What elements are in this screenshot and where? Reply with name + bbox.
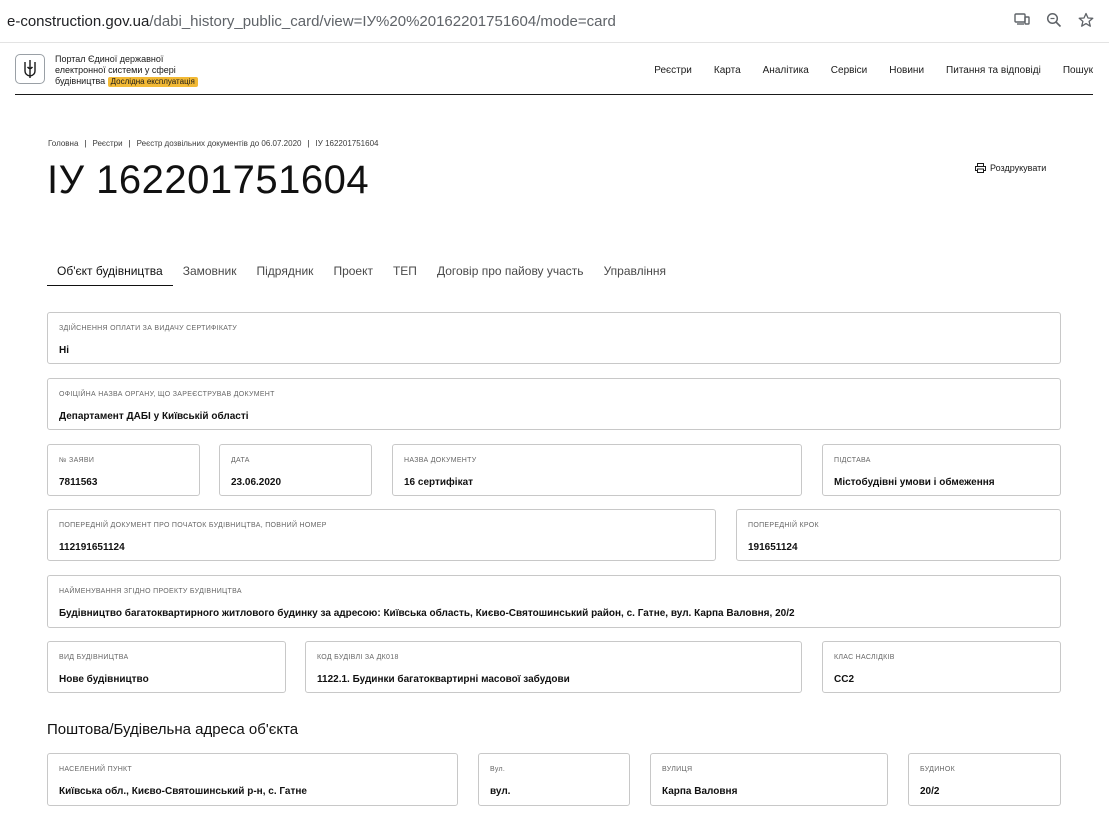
field-application-number: № заяви 7811563 bbox=[47, 444, 200, 496]
tab-construction-object[interactable]: Об'єкт будівництва bbox=[47, 262, 173, 286]
field-label: Населений пункт bbox=[59, 766, 133, 773]
field-value: 16 сертифікат bbox=[404, 477, 474, 488]
url-host: e-construction.gov.ua bbox=[7, 13, 150, 30]
browser-address-bar[interactable]: e-construction.gov.ua/dabi_history_publi… bbox=[0, 0, 1109, 43]
nav-registries[interactable]: Реєстри bbox=[654, 65, 692, 76]
field-consequence-class: Клас наслідків СС2 bbox=[822, 641, 1061, 693]
field-project-name: Найменування згідно проекту будівництва … bbox=[47, 575, 1061, 628]
field-label: Код будівлі за ДК018 bbox=[317, 654, 399, 661]
field-authority: Офіційна назва органу, що зареєстрував д… bbox=[47, 378, 1061, 430]
tab-tep[interactable]: ТЕП bbox=[383, 262, 427, 285]
tab-customer[interactable]: Замовник bbox=[173, 262, 247, 285]
field-label: Дата bbox=[231, 457, 250, 464]
field-label: Здійснення оплати за видачу сертифікату bbox=[59, 325, 238, 332]
field-label: Вулиця bbox=[662, 766, 693, 773]
field-value: Містобудівні умови і обмеження bbox=[834, 477, 995, 488]
page-title: ІУ 162201751604 bbox=[47, 158, 370, 202]
field-value: СС2 bbox=[834, 674, 855, 685]
nav-faq[interactable]: Питання та відповіді bbox=[946, 65, 1041, 76]
field-label: Попередній документ про початок будівниц… bbox=[59, 522, 327, 529]
breadcrumb-current: ІУ 162201751604 bbox=[315, 139, 379, 148]
field-value: Нове будівництво bbox=[59, 674, 149, 685]
url-text[interactable]: e-construction.gov.ua/dabi_history_publi… bbox=[7, 13, 616, 30]
field-value: 20/2 bbox=[920, 786, 940, 797]
field-label: Назва документу bbox=[404, 457, 477, 464]
field-value: 112191651124 bbox=[59, 542, 125, 553]
field-value: Будівництво багатоквартирного житлового … bbox=[59, 608, 795, 619]
portal-name-line2: електронної системи у сфері bbox=[55, 65, 176, 75]
field-label: № заяви bbox=[59, 457, 95, 464]
field-value: 23.06.2020 bbox=[231, 477, 282, 488]
nav-search[interactable]: Пошук bbox=[1063, 65, 1093, 76]
portal-name-line3: будівництва bbox=[55, 76, 106, 86]
breadcrumb: Головна | Реєстри | Реєстр дозвільних докуме… bbox=[48, 139, 379, 148]
breadcrumb-home[interactable]: Головна bbox=[48, 139, 78, 148]
field-value: 191651124 bbox=[748, 542, 798, 553]
url-path: /dabi_history_public_card/view=ІУ%20%201… bbox=[149, 13, 616, 30]
tab-project[interactable]: Проект bbox=[323, 262, 383, 285]
field-basis: Підстава Містобудівні умови і обмеження bbox=[822, 444, 1061, 496]
field-label: Найменування згідно проекту будівництва bbox=[59, 588, 242, 595]
portal-name[interactable]: Портал Єдиної державної електронної сист… bbox=[55, 54, 198, 87]
nav-map[interactable]: Карта bbox=[714, 65, 741, 76]
print-button[interactable]: Роздрукувати bbox=[975, 163, 1046, 173]
field-payment: Здійснення оплати за видачу сертифікату … bbox=[47, 312, 1061, 364]
zoom-icon[interactable] bbox=[1045, 12, 1063, 30]
field-date: Дата 23.06.2020 bbox=[219, 444, 372, 496]
tab-bar: Об'єкт будівництва Замовник Підрядник Пр… bbox=[47, 262, 676, 286]
field-value: Карпа Валовня bbox=[662, 786, 738, 797]
breadcrumb-permit-registry[interactable]: Реєстр дозвільних документів до 06.07.20… bbox=[137, 139, 302, 148]
field-value: Ні bbox=[59, 345, 69, 356]
nav-news[interactable]: Новини bbox=[889, 65, 924, 76]
beta-badge: Дослідна експлуатація bbox=[107, 77, 198, 87]
trident-logo-icon[interactable] bbox=[15, 54, 45, 84]
address-section-title: Поштова/Будівельна адреса об'єкта bbox=[47, 721, 299, 738]
field-building-code: Код будівлі за ДК018 1122.1. Будинки баг… bbox=[305, 641, 802, 693]
main-nav: Реєстри Карта Аналітика Сервіси Новини П… bbox=[632, 65, 1093, 76]
field-locality: Населений пункт Київська обл., Києво-Свя… bbox=[47, 753, 458, 806]
field-street: Вулиця Карпа Валовня bbox=[650, 753, 888, 806]
tab-management[interactable]: Управління bbox=[594, 262, 676, 285]
field-construction-type: Вид будівництва Нове будівництво bbox=[47, 641, 286, 693]
portal-name-line1: Портал Єдиної державної bbox=[55, 54, 164, 64]
tab-contractor[interactable]: Підрядник bbox=[247, 262, 324, 285]
field-value: Київська обл., Києво-Святошинський р-н, … bbox=[59, 786, 307, 797]
field-previous-document: Попередній документ про початок будівниц… bbox=[47, 509, 716, 561]
tab-share-agreement[interactable]: Договір про пайову участь bbox=[427, 262, 594, 285]
field-label: Будинок bbox=[920, 766, 956, 773]
field-label: Попередній крок bbox=[748, 522, 819, 529]
bookmark-star-icon[interactable] bbox=[1077, 12, 1095, 30]
breadcrumb-registries[interactable]: Реєстри bbox=[92, 139, 122, 148]
field-value: Департамент ДАБІ у Київській області bbox=[59, 411, 249, 422]
print-label: Роздрукувати bbox=[990, 163, 1047, 173]
device-icon[interactable] bbox=[1013, 12, 1031, 30]
field-house: Будинок 20/2 bbox=[908, 753, 1061, 806]
field-value: вул. bbox=[490, 786, 511, 797]
field-street-type: Вул. вул. bbox=[478, 753, 630, 806]
field-label: Вул. bbox=[490, 766, 506, 773]
field-previous-step: Попередній крок 191651124 bbox=[736, 509, 1061, 561]
field-value: 7811563 bbox=[59, 477, 98, 488]
printer-icon bbox=[975, 163, 986, 173]
nav-analytics[interactable]: Аналітика bbox=[763, 65, 809, 76]
field-label: Вид будівництва bbox=[59, 654, 129, 661]
field-document-name: Назва документу 16 сертифікат bbox=[392, 444, 802, 496]
field-value: 1122.1. Будинки багатоквартирні масової … bbox=[317, 674, 570, 685]
field-label: Офіційна назва органу, що зареєстрував д… bbox=[59, 391, 275, 398]
field-label: Клас наслідків bbox=[834, 654, 895, 661]
site-header: Портал Єдиної державної електронної сист… bbox=[15, 50, 1093, 95]
field-label: Підстава bbox=[834, 457, 871, 464]
nav-services[interactable]: Сервіси bbox=[831, 65, 867, 76]
